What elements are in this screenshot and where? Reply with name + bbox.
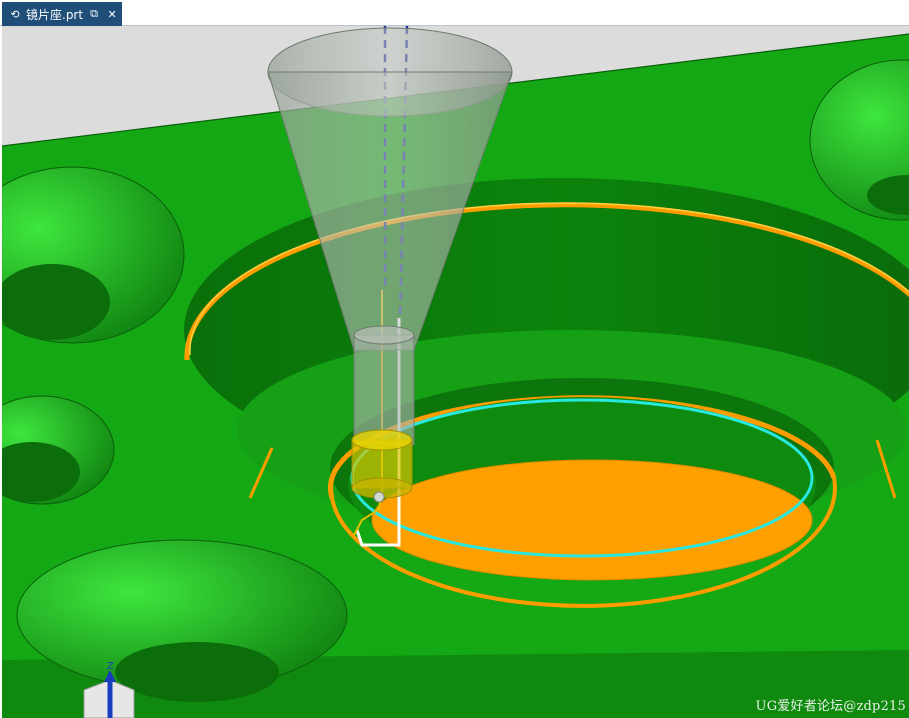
document-tab[interactable]: ⟲ 镜片座.prt ⧉ ✕ [2,2,122,26]
graphics-viewport[interactable]: Z Y UG爱好者论坛@zdp215 [2,26,909,718]
watermark-text: UG爱好者论坛@zdp215 [755,699,906,714]
z-axis-label: Z [107,661,114,672]
document-tab-label: 镜片座.prt [26,7,84,22]
close-icon[interactable]: ✕ [105,7,119,21]
model-scene [2,26,909,718]
part-file-icon: ⟲ [10,7,20,21]
popout-window-icon[interactable]: ⧉ [87,7,101,21]
bore-floor-face [371,459,813,581]
tool-tip-point [373,491,385,503]
tool-shank [353,334,415,446]
document-tab-bar: ⟲ 镜片座.prt ⧉ ✕ [0,0,909,26]
view-triad[interactable]: Z Y [80,656,200,718]
